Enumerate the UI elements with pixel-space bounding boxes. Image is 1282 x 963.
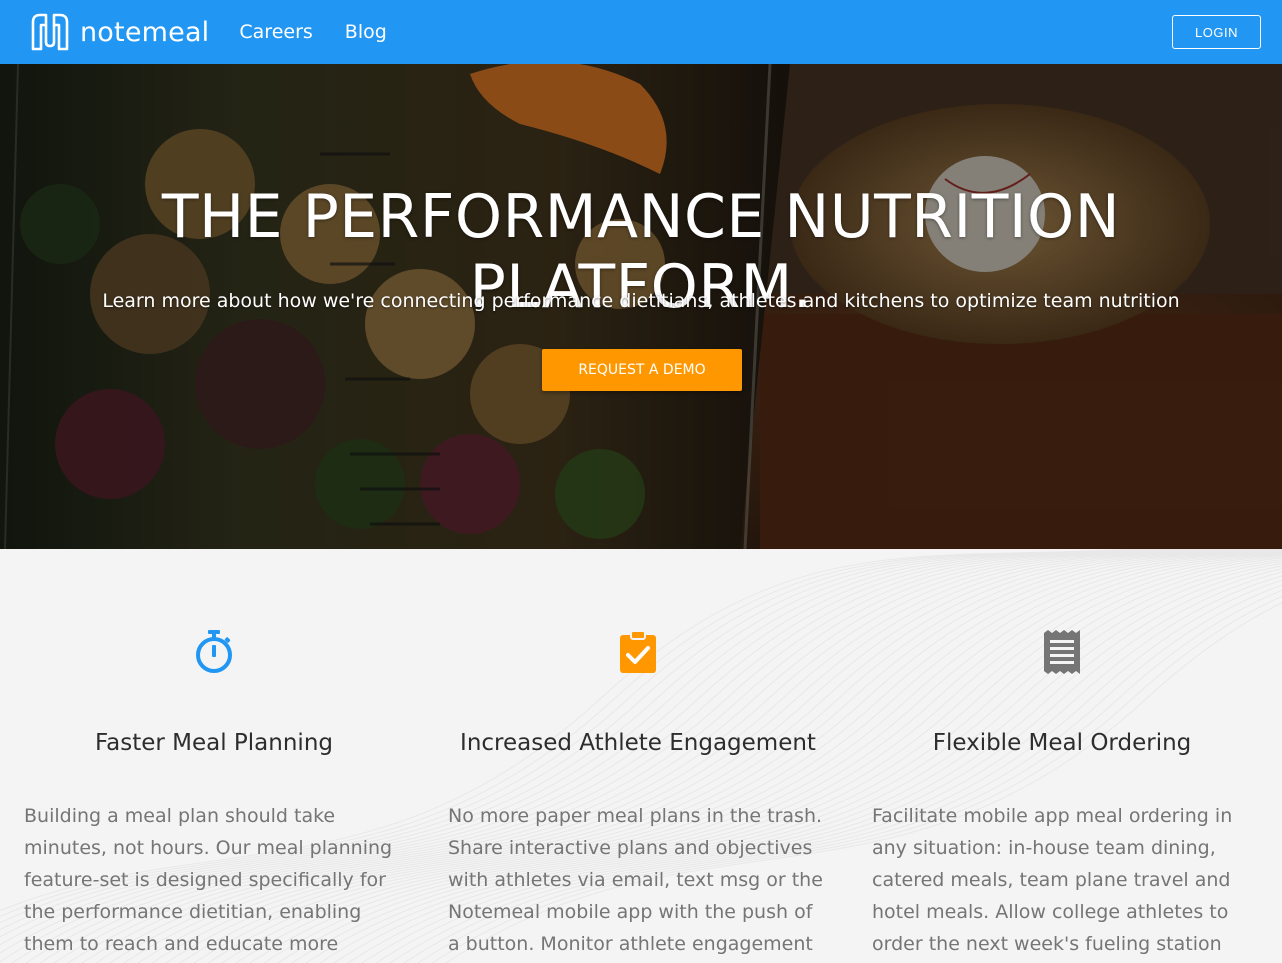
hero-subtitle: Learn more about how we're connecting pe… xyxy=(102,290,1180,312)
login-button[interactable]: LOGIN xyxy=(1172,15,1261,49)
feature-text: No more paper meal plans in the trash. S… xyxy=(448,805,823,955)
request-demo-button[interactable]: REQUEST A DEMO xyxy=(542,349,742,391)
receipt-icon xyxy=(1044,630,1080,674)
features-section: Faster Meal Planning Building a meal pla… xyxy=(0,549,1282,963)
hero-section: THE PERFORMANCE NUTRITION PLATFORM. Lear… xyxy=(0,64,1282,549)
nav-link-blog[interactable]: Blog xyxy=(345,21,387,43)
feature-text: Building a meal plan should take minutes… xyxy=(24,805,393,955)
stopwatch-icon xyxy=(196,630,232,673)
brand-logo[interactable]: notemeal xyxy=(30,12,209,52)
clipboard-check-icon xyxy=(620,630,656,673)
nav-link-careers[interactable]: Careers xyxy=(239,21,312,43)
top-nav: notemeal Careers Blog LOGIN xyxy=(0,0,1282,64)
feature-text: Facilitate mobile app meal ordering in a… xyxy=(872,805,1233,955)
feature-title: Increased Athlete Engagement xyxy=(460,730,816,756)
notemeal-logo-icon xyxy=(31,13,69,51)
brand-name: notemeal xyxy=(80,16,210,48)
feature-title: Faster Meal Planning xyxy=(95,730,333,756)
feature-title: Flexible Meal Ordering xyxy=(932,730,1192,756)
